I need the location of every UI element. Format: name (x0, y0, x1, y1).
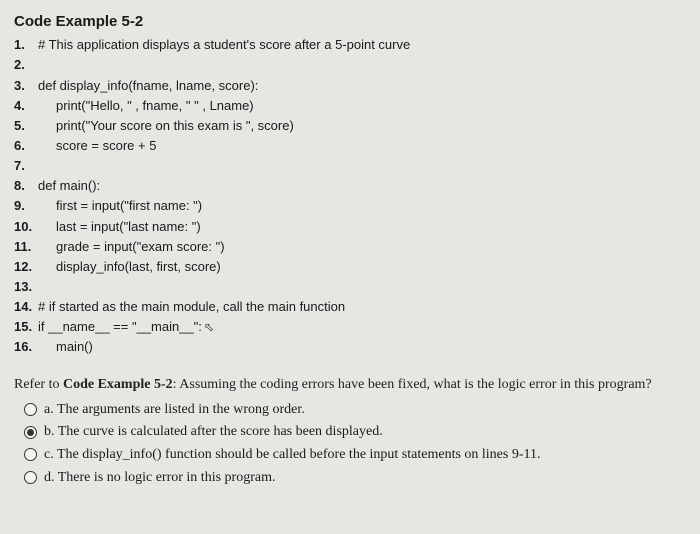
code-text: # This application displays a student's … (38, 35, 410, 55)
line-num: 16. (14, 337, 38, 357)
line-num: 1. (14, 35, 38, 55)
radio-icon[interactable] (24, 471, 37, 484)
line-num: 2. (14, 55, 38, 75)
option-label: a. The arguments are listed in the wrong… (44, 399, 305, 421)
code-text: score = score + 5 (38, 136, 156, 156)
code-text: if __name__ == "__main__":⬁ (38, 317, 214, 337)
option-label: c. The display_info() function should be… (44, 444, 541, 466)
line-num: 7. (14, 156, 38, 176)
line-num: 14. (14, 297, 38, 317)
code-example-title: Code Example 5-2 (14, 10, 686, 33)
line-num: 12. (14, 257, 38, 277)
line-num: 8. (14, 176, 38, 196)
option-a[interactable]: a. The arguments are listed in the wrong… (24, 399, 686, 421)
radio-icon[interactable] (24, 403, 37, 416)
option-label: b. The curve is calculated after the sco… (44, 421, 383, 443)
answer-options: a. The arguments are listed in the wrong… (14, 399, 686, 489)
radio-icon[interactable] (24, 426, 37, 439)
code-text: first = input("first name: ") (38, 196, 202, 216)
code-text: display_info(last, first, score) (38, 257, 221, 277)
option-c[interactable]: c. The display_info() function should be… (24, 444, 686, 466)
option-label: d. There is no logic error in this progr… (44, 467, 275, 489)
line-num: 9. (14, 196, 38, 216)
line-num: 13. (14, 277, 38, 297)
option-b[interactable]: b. The curve is calculated after the sco… (24, 421, 686, 443)
code-text: def display_info(fname, lname, score): (38, 76, 258, 96)
code-text: print("Hello, " , fname, " " , Lname) (38, 96, 254, 116)
code-text: # if started as the main module, call th… (38, 297, 345, 317)
option-d[interactable]: d. There is no logic error in this progr… (24, 467, 686, 489)
line-num: 11. (14, 237, 38, 257)
question-tail: : Assuming the coding errors have been f… (173, 377, 652, 392)
line-num: 10. (14, 217, 38, 237)
question-ref: Code Example 5-2 (63, 377, 173, 392)
radio-icon[interactable] (24, 448, 37, 461)
code-text: grade = input("exam score: ") (38, 237, 225, 257)
line-num: 5. (14, 116, 38, 136)
code-text: def main(): (38, 176, 100, 196)
code-text: main() (38, 337, 93, 357)
question-prefix: Refer to (14, 377, 63, 392)
cursor-icon: ⬁ (204, 318, 214, 337)
line-num: 6. (14, 136, 38, 156)
line-num: 4. (14, 96, 38, 116)
code-listing: 1.# This application displays a student'… (14, 35, 686, 357)
question-text: Refer to Code Example 5-2: Assuming the … (14, 374, 686, 395)
line-num: 3. (14, 76, 38, 96)
code-text: print("Your score on this exam is ", sco… (38, 116, 294, 136)
code-text: last = input("last name: ") (38, 217, 201, 237)
line-num: 15. (14, 317, 38, 337)
